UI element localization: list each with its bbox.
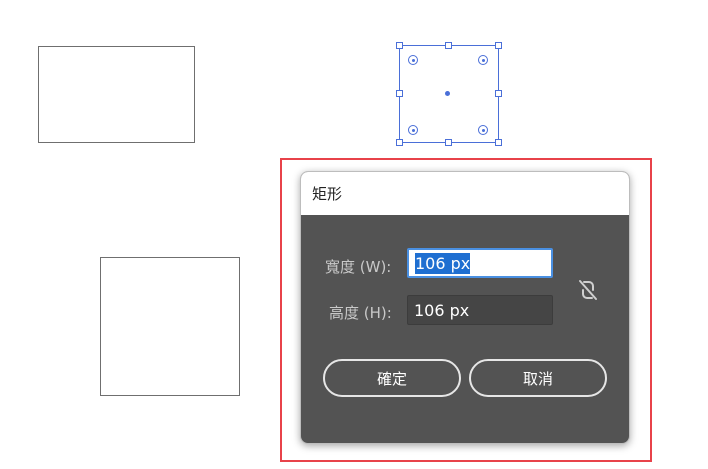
rectangle-shape[interactable] bbox=[38, 46, 195, 143]
height-label: 高度 (H): bbox=[329, 304, 392, 322]
corner-radius-widget[interactable] bbox=[478, 55, 488, 65]
resize-handle-bottom[interactable] bbox=[445, 139, 452, 146]
width-label: 寬度 (W): bbox=[325, 258, 392, 276]
artboard-canvas[interactable]: 矩形 寬度 (W): 106 px 高度 (H): 106 px 確定 取消 bbox=[0, 0, 708, 469]
center-point bbox=[445, 91, 450, 96]
height-input[interactable]: 106 px bbox=[407, 295, 553, 325]
resize-handle-left[interactable] bbox=[396, 90, 403, 97]
dialog-title: 矩形 bbox=[301, 172, 629, 215]
height-value: 106 px bbox=[414, 300, 470, 320]
rectangle-dialog: 矩形 寬度 (W): 106 px 高度 (H): 106 px 確定 取消 bbox=[300, 171, 630, 444]
width-input[interactable]: 106 px bbox=[407, 248, 553, 278]
unlink-icon[interactable] bbox=[577, 278, 599, 302]
corner-radius-widget[interactable] bbox=[408, 125, 418, 135]
resize-handle-top-left[interactable] bbox=[396, 42, 403, 49]
rectangle-shape[interactable] bbox=[100, 257, 240, 396]
resize-handle-bottom-left[interactable] bbox=[396, 139, 403, 146]
resize-handle-top[interactable] bbox=[445, 42, 452, 49]
corner-radius-widget[interactable] bbox=[408, 55, 418, 65]
cancel-button[interactable]: 取消 bbox=[469, 359, 607, 397]
resize-handle-right[interactable] bbox=[495, 90, 502, 97]
ok-button[interactable]: 確定 bbox=[323, 359, 461, 397]
resize-handle-top-right[interactable] bbox=[495, 42, 502, 49]
dialog-body: 寬度 (W): 106 px 高度 (H): 106 px 確定 取消 bbox=[301, 215, 629, 443]
width-value: 106 px bbox=[415, 252, 471, 274]
corner-radius-widget[interactable] bbox=[478, 125, 488, 135]
resize-handle-bottom-right[interactable] bbox=[495, 139, 502, 146]
